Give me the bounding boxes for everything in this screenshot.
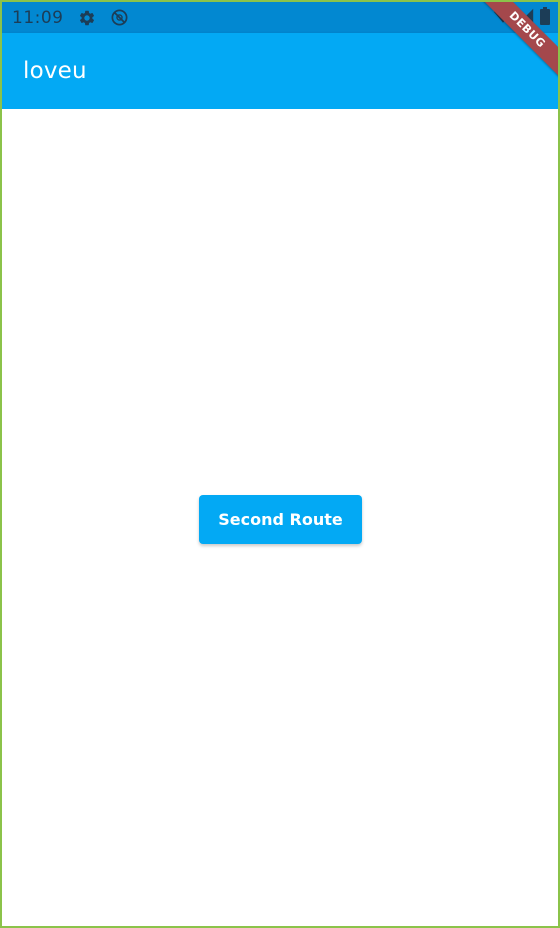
- app-title: loveu: [23, 58, 87, 84]
- no-disturb-icon: [110, 8, 129, 27]
- status-bar: 11:09: [2, 2, 558, 33]
- gear-icon: [78, 9, 96, 27]
- signal-icon: [518, 8, 534, 29]
- app-bar: loveu: [2, 33, 558, 109]
- second-route-button[interactable]: Second Route: [199, 495, 362, 544]
- status-right-group: [494, 7, 550, 30]
- app-screen: 11:09 loveu DEBUG Second Route: [0, 0, 560, 928]
- status-time: 11:09: [12, 7, 64, 28]
- wifi-icon: [494, 8, 512, 29]
- battery-icon: [540, 7, 550, 30]
- main-content: Second Route: [2, 109, 558, 926]
